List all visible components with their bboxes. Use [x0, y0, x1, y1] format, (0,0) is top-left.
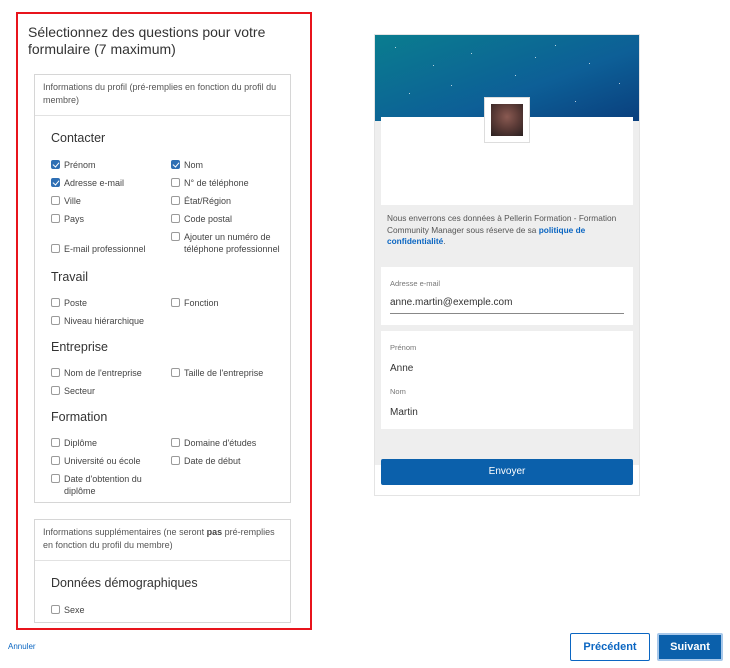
panel-title: Sélectionnez des questions pour votre fo…: [28, 24, 266, 57]
checkbox-email[interactable]: [51, 178, 60, 187]
option-prenom[interactable]: Prénom: [51, 159, 96, 171]
option-label: Secteur: [64, 386, 96, 396]
option-label: Sexe: [64, 605, 85, 615]
option-field-of-study[interactable]: Domaine d'études: [171, 437, 256, 449]
name-fields-card: Prénom Anne Nom Martin: [381, 331, 633, 429]
email-field[interactable]: anne.martin@exemple.com: [390, 297, 512, 308]
last-name-field[interactable]: Martin: [390, 407, 418, 418]
option-sex[interactable]: Sexe: [51, 604, 85, 616]
option-sector[interactable]: Secteur: [51, 385, 95, 397]
option-label: État/Région: [184, 196, 232, 206]
last-name-label: Nom: [390, 387, 406, 396]
checkbox-nom[interactable]: [171, 160, 180, 169]
checkbox-company-name[interactable]: [51, 368, 60, 377]
option-label: Niveau hiérarchique: [64, 316, 145, 326]
form-preview: Nous enverrons ces données à Pellerin Fo…: [374, 34, 640, 496]
submit-button[interactable]: Envoyer: [381, 459, 633, 485]
section-company-title: Entreprise: [51, 340, 108, 354]
option-school[interactable]: Université ou école: [51, 455, 141, 467]
next-button[interactable]: Suivant: [657, 633, 723, 661]
email-field-card: Adresse e-mail anne.martin@exemple.com: [381, 267, 633, 325]
option-label: Domaine d'études: [184, 438, 257, 448]
checkbox-pro-email[interactable]: [51, 244, 60, 253]
checkbox-start-date[interactable]: [171, 456, 180, 465]
option-state[interactable]: État/Région: [171, 195, 231, 207]
extra-info-card: Informations supplémentaires (ne seront …: [34, 519, 291, 623]
company-logo: [484, 97, 530, 143]
option-label: Adresse e-mail: [64, 178, 125, 188]
section-demographics-title: Données démographiques: [51, 576, 198, 590]
profile-info-card: Informations du profil (pré-remplies en …: [34, 74, 291, 503]
checkbox-school[interactable]: [51, 456, 60, 465]
option-grad-date[interactable]: Date d'obtention du diplôme: [51, 473, 161, 497]
option-label: Date de début: [184, 456, 241, 466]
option-label: Date d'obtention du diplôme: [64, 474, 142, 496]
option-label: Diplôme: [64, 438, 98, 448]
checkbox-sector[interactable]: [51, 386, 60, 395]
extra-header-text: Informations supplémentaires (ne seront: [43, 527, 207, 537]
email-underline: [390, 313, 624, 314]
checkbox-phone[interactable]: [171, 178, 180, 187]
option-label: Ville: [64, 196, 81, 206]
option-label: E-mail professionnel: [64, 244, 146, 254]
option-label: Prénom: [64, 160, 96, 170]
option-label: Code postal: [184, 214, 233, 224]
checkbox-prenom[interactable]: [51, 160, 60, 169]
option-label: Université ou école: [64, 456, 141, 466]
checkbox-state[interactable]: [171, 196, 180, 205]
option-job[interactable]: Poste: [51, 297, 87, 309]
cancel-link[interactable]: Annuler: [8, 642, 36, 651]
checkbox-country[interactable]: [51, 214, 60, 223]
extra-header-bold: pas: [206, 527, 223, 537]
option-email[interactable]: Adresse e-mail: [51, 177, 124, 189]
checkbox-sex[interactable]: [51, 605, 60, 614]
privacy-notice: Nous enverrons ces données à Pellerin Fo…: [387, 213, 627, 248]
checkbox-degree[interactable]: [51, 438, 60, 447]
profile-info-header: Informations du profil (pré-remplies en …: [35, 75, 290, 116]
option-label: Taille de l'entreprise: [184, 368, 264, 378]
logo-image: [491, 104, 523, 136]
checkbox-field-of-study[interactable]: [171, 438, 180, 447]
notice-end: .: [443, 236, 446, 246]
extra-info-header: Informations supplémentaires (ne seront …: [35, 520, 290, 561]
option-zip[interactable]: Code postal: [171, 213, 232, 225]
option-nom[interactable]: Nom: [171, 159, 203, 171]
checkbox-function[interactable]: [171, 298, 180, 307]
section-education-title: Formation: [51, 410, 108, 424]
email-label: Adresse e-mail: [390, 279, 441, 288]
option-city[interactable]: Ville: [51, 195, 81, 207]
option-pro-phone[interactable]: Ajouter un numéro de téléphone professio…: [171, 231, 283, 255]
checkbox-zip[interactable]: [171, 214, 180, 223]
option-label: Poste: [64, 298, 88, 308]
option-degree[interactable]: Diplôme: [51, 437, 97, 449]
first-name-label: Prénom: [390, 343, 417, 352]
option-label: Ajouter un numéro de téléphone professio…: [184, 232, 280, 254]
option-country[interactable]: Pays: [51, 213, 84, 225]
section-contact-title: Contacter: [51, 131, 106, 145]
option-function[interactable]: Fonction: [171, 297, 219, 309]
option-start-date[interactable]: Date de début: [171, 455, 241, 467]
question-selection-panel: Sélectionnez des questions pour votre fo…: [16, 12, 312, 630]
checkbox-grad-date[interactable]: [51, 474, 60, 483]
first-name-field[interactable]: Anne: [390, 363, 413, 374]
checkbox-city[interactable]: [51, 196, 60, 205]
option-company-size[interactable]: Taille de l'entreprise: [171, 367, 263, 379]
checkbox-company-size[interactable]: [171, 368, 180, 377]
previous-button[interactable]: Précédent: [570, 633, 650, 661]
checkbox-seniority[interactable]: [51, 316, 60, 325]
option-label: N° de téléphone: [184, 178, 249, 188]
option-company-name[interactable]: Nom de l'entreprise: [51, 367, 142, 379]
option-phone[interactable]: N° de téléphone: [171, 177, 249, 189]
option-pro-email[interactable]: E-mail professionnel: [51, 243, 146, 255]
checkbox-job[interactable]: [51, 298, 60, 307]
option-label: Pays: [64, 214, 85, 224]
checkbox-pro-phone[interactable]: [171, 232, 180, 241]
option-seniority[interactable]: Niveau hiérarchique: [51, 315, 144, 327]
option-label: Nom de l'entreprise: [64, 368, 142, 378]
section-work-title: Travail: [51, 270, 89, 284]
option-label: Nom: [184, 160, 204, 170]
option-label: Fonction: [184, 298, 219, 308]
